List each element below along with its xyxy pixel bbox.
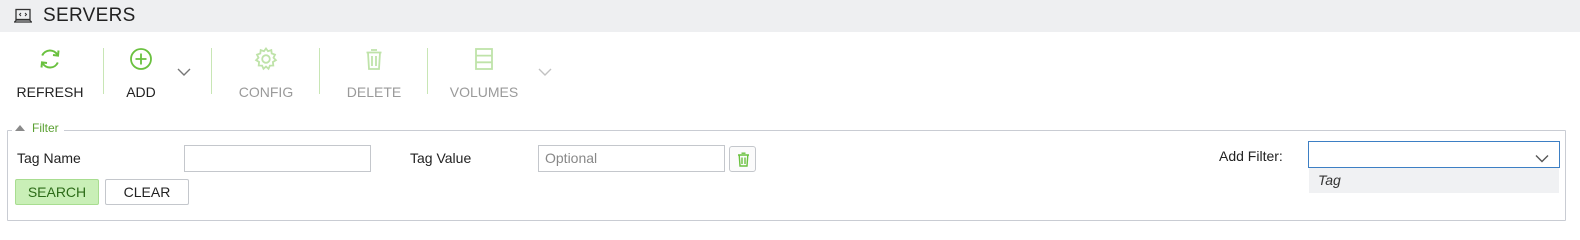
page-title: SERVERS (43, 5, 136, 26)
dropdown-option-tag[interactable]: Tag (1318, 172, 1341, 188)
add-menu-chevron-down-icon[interactable] (177, 64, 191, 76)
volumes-menu-chevron-down-icon[interactable] (538, 64, 552, 76)
add-filter-label: Add Filter: (1219, 148, 1283, 164)
clear-button[interactable]: CLEAR (105, 179, 189, 205)
add-label: ADD (126, 84, 156, 100)
tag-value-input[interactable]: Optional (538, 145, 725, 172)
delete-label: DELETE (346, 84, 402, 100)
trash-icon (361, 46, 387, 72)
collapse-triangle-icon (15, 125, 25, 131)
tag-value-label: Tag Value (410, 150, 472, 166)
tag-name-input[interactable] (184, 145, 371, 172)
server-icon (13, 8, 33, 24)
refresh-icon (37, 46, 63, 72)
refresh-label: REFRESH (16, 84, 84, 100)
gear-icon (253, 46, 279, 72)
add-filter-dropdown: Tag (1309, 168, 1559, 193)
chevron-down-icon (1535, 150, 1549, 168)
toolbar-divider (211, 48, 212, 94)
toolbar-divider (319, 48, 320, 94)
add-button[interactable]: ADD (118, 46, 164, 106)
add-filter-select[interactable] (1308, 141, 1560, 168)
toolbar-divider (427, 48, 428, 94)
delete-button[interactable]: DELETE (342, 46, 406, 106)
config-button[interactable]: CONFIG (234, 46, 298, 106)
volumes-button[interactable]: VOLUMES (448, 46, 520, 106)
volumes-label: VOLUMES (449, 84, 519, 100)
clear-tag-value-button[interactable] (729, 146, 756, 172)
toolbar-divider (103, 48, 104, 94)
refresh-button[interactable]: REFRESH (14, 46, 86, 106)
toolbar: REFRESH ADD CONFIG DELETE VOLUMES (0, 32, 1568, 122)
search-button[interactable]: SEARCH (15, 179, 99, 205)
volumes-icon (471, 46, 497, 72)
plus-circle-icon (128, 46, 154, 72)
filter-legend-label: Filter (32, 121, 59, 135)
config-label: CONFIG (238, 84, 294, 100)
filter-toggle[interactable]: Filter (12, 121, 64, 137)
trash-icon (738, 152, 749, 167)
tag-name-label: Tag Name (17, 150, 81, 166)
page-header: SERVERS (0, 0, 1580, 32)
